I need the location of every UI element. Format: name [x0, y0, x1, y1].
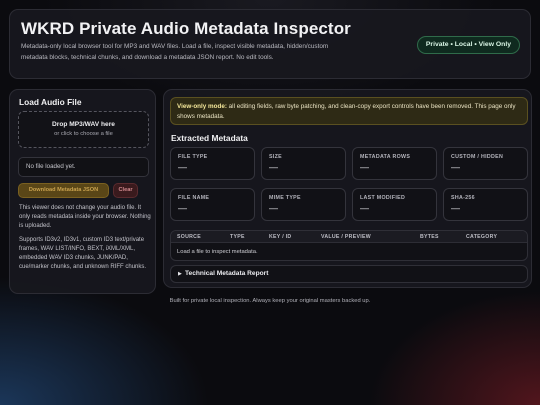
app-title: WKRD Private Audio Metadata Inspector — [21, 19, 351, 38]
disclosure-triangle-icon: ▶ — [178, 271, 182, 277]
column-header-type: TYPE — [230, 234, 245, 240]
stat-card-metadata-rows: METADATA ROWS — — [352, 147, 437, 180]
view-only-notice: View-only mode: all editing fields, raw … — [170, 97, 528, 125]
file-status: No file loaded yet. — [18, 157, 149, 177]
stat-value: — — [269, 203, 278, 213]
header-panel: WKRD Private Audio Metadata Inspector Me… — [9, 9, 531, 79]
technical-report-toggle[interactable]: ▶ Technical Metadata Report — [170, 265, 528, 283]
footer-note: Built for private local inspection. Alwa… — [169, 298, 371, 304]
stat-label: FILE TYPE — [178, 154, 208, 160]
column-header-source: SOURCE — [177, 234, 201, 240]
stat-label: LAST MODIFIED — [360, 195, 406, 201]
mode-badge: Private • Local • View Only — [416, 36, 520, 54]
column-header-key: KEY / ID — [269, 234, 292, 240]
table-header: SOURCE TYPE KEY / ID VALUE / PREVIEW BYT… — [171, 231, 527, 243]
stat-card-sha256: SHA-256 — — [443, 188, 528, 221]
app-description: Metadata-only local browser tool for MP3… — [21, 43, 329, 61]
section-title: Extracted Metadata — [171, 133, 248, 143]
stat-label: SIZE — [269, 154, 282, 160]
notice-text: all editing fields, raw byte patching, a… — [177, 103, 516, 120]
table-empty-message: Load a file to inspect metadata. — [177, 249, 258, 255]
supported-formats-note: Supports ID3v2, ID3v1, custom ID3 text/p… — [19, 237, 147, 270]
stat-card-file-type: FILE TYPE — — [170, 147, 255, 180]
stat-label: MIME TYPE — [269, 195, 301, 201]
metadata-panel: View-only mode: all editing fields, raw … — [163, 89, 532, 288]
stat-value: — — [269, 162, 278, 172]
download-json-button[interactable]: Download Metadata JSON — [18, 183, 109, 198]
stat-label: CUSTOM / HIDDEN — [451, 154, 504, 160]
drop-zone-title: Drop MP3/WAV here — [52, 121, 115, 128]
stat-value: — — [178, 162, 187, 172]
stat-card-mime-type: MIME TYPE — — [261, 188, 346, 221]
stat-value: — — [360, 203, 369, 213]
privacy-note: This viewer does not change your audio f… — [19, 205, 151, 229]
technical-report-title: Technical Metadata Report — [185, 270, 269, 277]
load-panel: Load Audio File Drop MP3/WAV here or cli… — [9, 89, 156, 294]
clear-button[interactable]: Clear — [113, 183, 138, 198]
stat-card-custom-hidden: CUSTOM / HIDDEN — — [443, 147, 528, 180]
notice-strong: View-only mode: — [177, 103, 227, 110]
column-header-category: CATEGORY — [466, 234, 498, 240]
stat-value: — — [451, 203, 460, 213]
stat-label: FILE NAME — [178, 195, 210, 201]
column-header-value: VALUE / PREVIEW — [321, 234, 371, 240]
load-panel-title: Load Audio File — [19, 97, 82, 107]
metadata-table: SOURCE TYPE KEY / ID VALUE / PREVIEW BYT… — [170, 230, 528, 261]
stat-label: SHA-256 — [451, 195, 475, 201]
stat-card-size: SIZE — — [261, 147, 346, 180]
column-header-bytes: BYTES — [420, 234, 439, 240]
stat-value: — — [360, 162, 369, 172]
stat-value: — — [451, 162, 460, 172]
stat-label: METADATA ROWS — [360, 154, 411, 160]
stat-card-last-modified: LAST MODIFIED — — [352, 188, 437, 221]
stat-value: — — [178, 203, 187, 213]
drop-zone-subtitle: or click to choose a file — [54, 131, 113, 137]
stat-card-file-name: FILE NAME — — [170, 188, 255, 221]
file-drop-zone[interactable]: Drop MP3/WAV here or click to choose a f… — [18, 111, 149, 148]
